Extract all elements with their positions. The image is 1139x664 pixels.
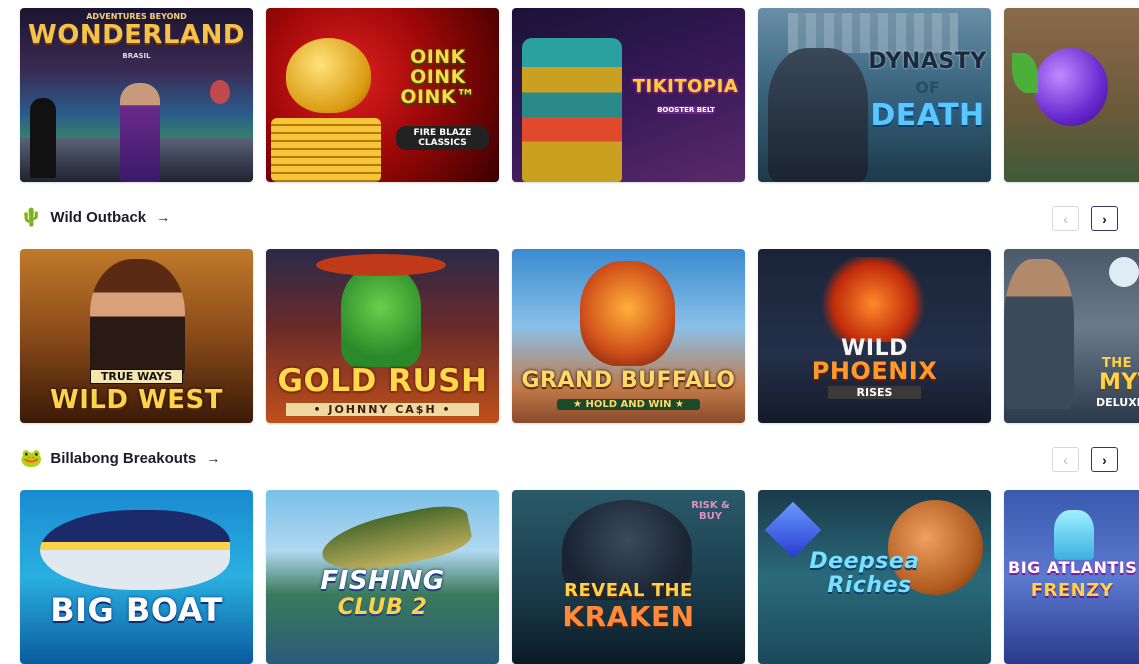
tile-title-2: Riches: [827, 573, 912, 598]
game-tile-wild-phoenix-rises[interactable]: WILD PHOENIX RISES: [758, 249, 991, 423]
cactus-icon: 🌵: [20, 207, 43, 227]
cactus-character: [341, 267, 421, 367]
game-tile-reveal-the-kraken[interactable]: RISK & BUY REVEAL THE KRAKEN: [512, 490, 745, 664]
tile-subtitle: FIRE BLAZE CLASSICS: [396, 126, 489, 150]
cowgirl-figure: [90, 259, 185, 379]
tile-title: REVEAL THE: [564, 580, 693, 601]
tile-title: BIG BOAT: [50, 591, 223, 629]
buffalo-head: [580, 261, 675, 366]
tile-pretitle: RISK & BUY: [691, 500, 730, 522]
section-header-wild-outback[interactable]: 🌵 Wild Outback →: [20, 208, 170, 226]
game-tile-big-atlantis-frenzy[interactable]: BIG ATLANTIS FRENZY: [1004, 490, 1139, 664]
tile-title: TIKITOPIA: [632, 76, 739, 97]
tile-title: DYNASTY: [868, 49, 987, 74]
tile-title-2: PHOENIX: [811, 357, 938, 385]
temple: [788, 13, 958, 53]
plum-leaf: [1012, 53, 1038, 93]
tile-title-2: FRENZY: [1030, 580, 1114, 601]
tile-title-2: DEATH: [870, 98, 985, 133]
tile-title-2: KRAKEN: [562, 600, 695, 633]
tile-title-2: MYT: [1099, 370, 1139, 395]
presenter-figure: [120, 83, 160, 182]
tile-subtitle: DELUXE: [1096, 396, 1139, 409]
crystal: [1054, 510, 1094, 560]
tile-title: Deepsea: [809, 549, 920, 574]
game-tile-deepsea-riches[interactable]: Deepsea Riches: [758, 490, 991, 664]
game-tile-wonderland[interactable]: ADVENTURES BEYOND WONDERLAND BRASIL: [20, 8, 253, 182]
tile-subtitle: • JOHNNY CA$H •: [286, 403, 479, 416]
balloon: [210, 80, 230, 104]
tiki-mask: [522, 38, 622, 182]
tile-title: BIG ATLANTIS: [1008, 558, 1138, 577]
tile-title: WILD WEST: [50, 385, 223, 415]
prev-button[interactable]: ‹: [1052, 447, 1079, 472]
game-row-2: TRUE WAYS WILD WEST GOLD RUSH • JOHNNY C…: [20, 249, 1139, 423]
tile-pretitle: TRUE WAYS: [90, 369, 183, 384]
arrow-right-icon: →: [206, 450, 221, 466]
tile-title: GOLD RUSH: [277, 363, 488, 399]
chess-piece: [30, 98, 56, 178]
warrior-figure: [1004, 259, 1074, 409]
tile-title: OINK OINK OINK™: [400, 46, 476, 108]
plum-fruit: [1034, 48, 1108, 126]
frog-icon: 🐸: [20, 448, 43, 468]
tile-subtitle: BRASIL: [122, 52, 151, 60]
chevron-right-icon: ›: [1102, 210, 1107, 227]
game-tile-grand-buffalo[interactable]: GRAND BUFFALO ★ HOLD AND WIN ★: [512, 249, 745, 423]
sombrero: [316, 254, 446, 276]
tuna-fish: [40, 510, 230, 590]
phoenix-bird: [818, 257, 928, 342]
game-row-3: BIG BOAT FISHING CLUB 2 RISK & BUY REVEA…: [20, 490, 1139, 664]
game-tile-the-myth-deluxe[interactable]: THE MYT DELUXE: [1004, 249, 1139, 423]
game-tile-tikitopia[interactable]: TIKITOPIA BOOSTER BELT: [512, 8, 745, 182]
section-header-billabong-breakouts[interactable]: 🐸 Billabong Breakouts →: [20, 449, 220, 467]
arrow-right-icon: →: [156, 209, 171, 225]
tile-title: THE: [1101, 356, 1133, 371]
coin-stack: [271, 118, 381, 182]
section-title: Wild Outback: [50, 208, 147, 226]
tile-title: WONDERLAND: [28, 20, 245, 50]
tile-subtitle: ★ HOLD AND WIN ★: [557, 399, 700, 410]
moon: [1109, 257, 1139, 287]
game-tile-oink-oink-oink[interactable]: OINK OINK OINK™ FIRE BLAZE CLASSICS: [266, 8, 499, 182]
game-tile-gold-rush[interactable]: GOLD RUSH • JOHNNY CA$H •: [266, 249, 499, 423]
tile-subtitle: BOOSTER BELT: [657, 106, 715, 114]
prev-button[interactable]: ‹: [1052, 206, 1079, 231]
next-button[interactable]: ›: [1091, 206, 1118, 231]
cerberus: [768, 48, 868, 182]
tile-title-2: CLUB 2: [337, 595, 428, 620]
tile-title: GRAND BUFFALO: [521, 368, 736, 393]
game-tile-wild-west[interactable]: TRUE WAYS WILD WEST: [20, 249, 253, 423]
section-title: Billabong Breakouts: [50, 449, 197, 467]
game-tile-plum[interactable]: [1004, 8, 1139, 182]
game-row-1: ADVENTURES BEYOND WONDERLAND BRASIL OINK…: [20, 8, 1139, 182]
game-tile-dynasty-of-death[interactable]: DYNASTY OF DEATH: [758, 8, 991, 182]
chevron-left-icon: ‹: [1063, 451, 1068, 468]
chevron-right-icon: ›: [1102, 451, 1107, 468]
golden-pig: [286, 38, 371, 113]
game-tile-fishing-club-2[interactable]: FISHING CLUB 2: [266, 490, 499, 664]
game-tile-big-boat[interactable]: BIG BOAT: [20, 490, 253, 664]
tile-title: FISHING: [320, 566, 445, 596]
chevron-left-icon: ‹: [1063, 210, 1068, 227]
tile-subtitle: OF: [915, 78, 940, 97]
tile-subtitle: RISES: [828, 386, 921, 399]
next-button[interactable]: ›: [1091, 447, 1118, 472]
